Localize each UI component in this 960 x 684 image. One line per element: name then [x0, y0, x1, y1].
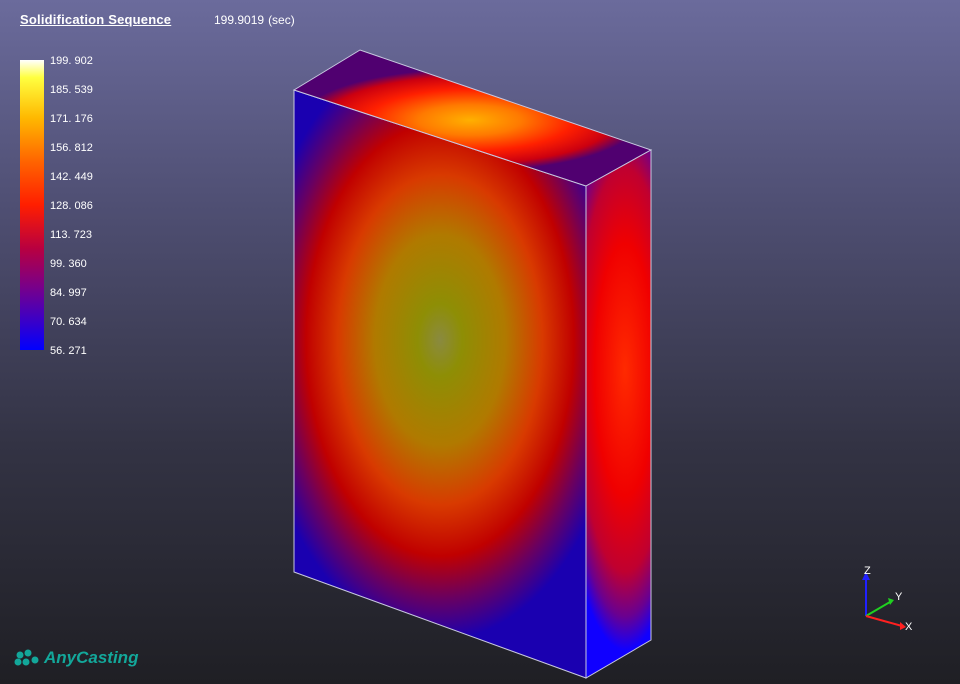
y-axis-label: Y	[895, 591, 903, 603]
casting-side-face	[585, 149, 652, 679]
casting-front-face	[293, 89, 587, 679]
brand-name: AnyCasting	[44, 648, 139, 667]
y-axis-line	[865, 601, 891, 617]
z-axis-label: Z	[864, 565, 871, 577]
x-axis-label: X	[905, 621, 913, 633]
axis-triad: Z Y X	[862, 565, 913, 633]
brand-logo: AnyCasting	[14, 648, 138, 668]
x-axis-line	[865, 615, 903, 627]
brand-dots-icon	[14, 649, 39, 666]
casting-3d-view[interactable]	[0, 0, 960, 684]
